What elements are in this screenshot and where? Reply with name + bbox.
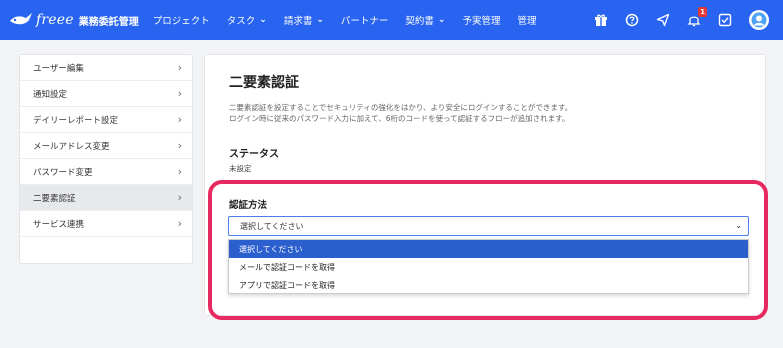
- settings-sidebar: ユーザー編集 › 通知設定 › デイリーレポート設定 › メールアドレス変更 › パスワ…: [20, 55, 192, 263]
- chevron-down-icon: ⌄: [437, 15, 446, 25]
- nav-invoice[interactable]: 請求書 ⌄: [284, 13, 324, 27]
- product-name: 業務委託管理: [78, 16, 139, 28]
- sidebar-item-label: デイリーレポート設定: [33, 115, 119, 126]
- avatar[interactable]: [749, 10, 769, 30]
- sidebar-item-email-change[interactable]: メールアドレス変更 ›: [20, 133, 192, 159]
- chevron-down-icon: ⌄: [259, 15, 267, 25]
- chevron-right-icon: ›: [177, 217, 182, 230]
- freee-bird-logo-icon: [10, 13, 32, 25]
- nav-partner[interactable]: パートナー: [341, 13, 389, 27]
- sidebar-item-label: ユーザー編集: [33, 63, 84, 74]
- nav-budget[interactable]: 予実管理: [462, 13, 500, 27]
- header-icons: 1: [577, 0, 769, 40]
- nav-project[interactable]: プロジェクト: [153, 13, 210, 27]
- chevron-right-icon: ›: [177, 139, 182, 152]
- main-nav: プロジェクト タスク ⌄ 請求書 ⌄ パートナー 契約書 ⌄ 予実管理 管理: [153, 13, 554, 27]
- sidebar-item-two-factor[interactable]: 二要素認証 ›: [20, 185, 192, 211]
- chevron-down-icon: ⌄: [316, 15, 324, 25]
- brand-name: freee: [36, 12, 74, 28]
- sidebar-item-label: 通知設定: [33, 89, 68, 100]
- description-line: ログイン時に従来のパスワード入力に加えて、6桁のコードを使って認証するフローが追…: [229, 114, 570, 123]
- sidebar-item-label: パスワード変更: [33, 167, 93, 178]
- top-navigation-bar: freee 業務委託管理 プロジェクト タスク ⌄ 請求書 ⌄ パートナー 契約書 ⌄…: [0, 0, 783, 40]
- description: 二要素認証を設定することでセキュリティの強化をはかり、より安全にログインすること…: [229, 102, 572, 124]
- brand-logo[interactable]: freee 業務委託管理: [8, 10, 139, 30]
- chevron-right-icon: ›: [177, 165, 182, 178]
- chevron-right-icon: ›: [177, 61, 182, 74]
- send-icon[interactable]: [656, 13, 670, 27]
- status-value: 未設定: [229, 164, 252, 173]
- highlight-frame: [208, 180, 768, 320]
- page-title: 二要素認証: [229, 75, 299, 91]
- chevron-right-icon: ›: [177, 87, 182, 100]
- gift-icon[interactable]: [594, 13, 608, 27]
- checkbox-icon[interactable]: [718, 13, 732, 27]
- nav-admin[interactable]: 管理: [517, 13, 536, 27]
- sidebar-item-daily-report[interactable]: デイリーレポート設定 ›: [20, 107, 192, 133]
- sidebar-item-label: サービス連携: [33, 219, 85, 230]
- sidebar-item-user-edit[interactable]: ユーザー編集 ›: [20, 55, 192, 81]
- sidebar-item-label: 二要素認証: [33, 193, 76, 204]
- chevron-right-icon: ›: [177, 191, 182, 204]
- sidebar-item-password-change[interactable]: パスワード変更 ›: [20, 159, 192, 185]
- nav-task[interactable]: タスク ⌄: [227, 13, 267, 27]
- bell-icon[interactable]: 1: [687, 7, 707, 27]
- sidebar-item-notification[interactable]: 通知設定 ›: [20, 81, 192, 107]
- notification-badge: 1: [698, 7, 707, 17]
- help-icon[interactable]: [625, 13, 639, 27]
- sidebar-item-service-link[interactable]: サービス連携 ›: [20, 211, 192, 237]
- description-line: 二要素認証を設定することでセキュリティの強化をはかり、より安全にログインすること…: [229, 103, 573, 112]
- chevron-right-icon: ›: [177, 113, 182, 126]
- status-heading: ステータス: [229, 149, 279, 160]
- nav-contract[interactable]: 契約書 ⌄: [405, 13, 445, 27]
- sidebar-item-label: メールアドレス変更: [33, 141, 110, 152]
